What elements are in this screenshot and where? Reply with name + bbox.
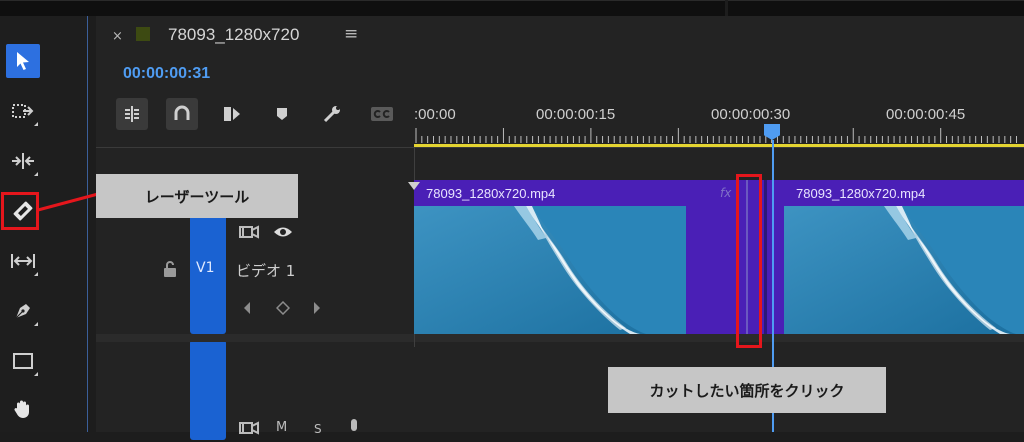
razor-tool-highlight [1, 192, 39, 230]
insert-snap-button[interactable] [116, 98, 148, 130]
pen-tool[interactable] [6, 294, 40, 328]
ripple-edit-tool[interactable] [6, 144, 40, 178]
tool-flyout-corner [34, 272, 38, 276]
playhead-timecode[interactable]: 00:00:00:31 [123, 65, 210, 83]
tool-flyout-corner [34, 122, 38, 126]
wrench-icon [323, 106, 340, 123]
captions-button[interactable] [366, 98, 398, 130]
time-ruler[interactable]: :00:00 00:00:00:15 00:00:00:30 00:00:00:… [414, 106, 1024, 146]
timeline-settings-button[interactable] [316, 98, 348, 130]
linked-selection-icon [224, 107, 240, 121]
tool-flyout-corner [34, 372, 38, 376]
ruler-label: 00:00:00:15 [536, 106, 616, 123]
fx-badge: fx [720, 186, 732, 200]
in-point-marker [408, 182, 420, 190]
solo-track-button[interactable]: S [314, 422, 322, 436]
ripple-edit-icon [12, 153, 34, 169]
clip-name: 78093_1280x720.mp4 [426, 186, 556, 201]
pen-tool-icon [15, 304, 30, 319]
track-name[interactable]: ビデオ 1 [236, 260, 295, 281]
sync-lock-icon[interactable] [238, 224, 260, 244]
top-divider [0, 0, 1024, 1]
hand-tool[interactable] [6, 392, 40, 426]
clip-thumbnail [784, 206, 1024, 334]
mute-track-button[interactable]: M [276, 420, 287, 435]
tool-flyout-corner [34, 172, 38, 176]
add-keyframe-icon[interactable] [275, 300, 291, 319]
ruler-label: 00:00:00:30 [711, 106, 791, 123]
slip-tool[interactable] [6, 244, 40, 278]
ruler-label: 00:00:00:45 [886, 106, 966, 123]
add-marker-button[interactable] [266, 98, 298, 130]
previous-keyframe-icon[interactable] [242, 300, 252, 319]
clip-thumbnail [414, 206, 686, 334]
selection-tool-icon [17, 52, 29, 70]
top-panel-strip [0, 0, 1024, 16]
rectangle-tool[interactable] [6, 344, 40, 378]
video-clip[interactable]: 78093_1280x720.mp4 [784, 180, 1024, 334]
linked-selection-button[interactable] [216, 98, 248, 130]
razor-tool-callout: レーザーツール [96, 174, 298, 218]
clip-name: 78093_1280x720.mp4 [796, 186, 926, 201]
sequence-tab-title[interactable]: 78093_1280x720 [168, 25, 299, 45]
cut-instruction-callout: カットしたい箇所をクリック [608, 367, 886, 413]
timeline-tab-bar: × 78093_1280x720 ≡ [96, 16, 1024, 56]
panel-menu-icon[interactable]: ≡ [344, 24, 358, 44]
track-divider[interactable] [96, 334, 1024, 342]
track-select-forward-tool[interactable] [6, 94, 40, 128]
panel-separator [725, 0, 728, 16]
eye-icon[interactable] [272, 224, 294, 244]
a1-source-target[interactable] [190, 340, 226, 440]
cut-edit-point [764, 180, 767, 334]
selection-tool[interactable] [6, 44, 40, 78]
lock-icon[interactable] [162, 260, 178, 282]
v1-track-label: V1 [196, 260, 215, 276]
track-select-forward-icon [12, 104, 34, 118]
microphone-icon[interactable] [348, 418, 360, 442]
ruler-divider [96, 147, 1024, 148]
slip-tool-icon [11, 254, 35, 268]
callout-connector-line [37, 192, 99, 212]
close-tab-button[interactable]: × [112, 29, 123, 44]
cut-point-highlight [736, 174, 762, 348]
next-keyframe-icon[interactable] [312, 300, 322, 319]
ruler-label: :00:00 [414, 106, 456, 123]
captions-icon [371, 107, 393, 121]
snap-toggle-button[interactable] [166, 98, 198, 130]
marker-icon [277, 108, 287, 120]
tool-flyout-corner [34, 322, 38, 326]
sequence-color-swatch [136, 27, 150, 41]
video-clip[interactable]: 78093_1280x720.mp4 fx [414, 180, 750, 334]
rectangle-tool-icon [13, 353, 33, 369]
hand-tool-icon [14, 400, 29, 418]
ruler-ticks [415, 128, 1017, 143]
magnet-icon [174, 105, 190, 120]
audio-sync-lock-icon[interactable] [238, 420, 260, 440]
insert-snap-icon [125, 106, 139, 122]
